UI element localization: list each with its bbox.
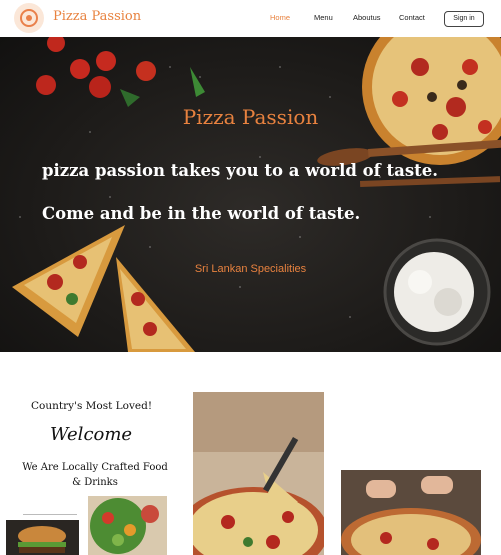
nav-contact[interactable]: Contact bbox=[399, 13, 425, 22]
crafted-text: We Are Locally Crafted Food & Drinks bbox=[22, 462, 168, 488]
divider bbox=[23, 514, 77, 515]
flour-bowl-image bbox=[383, 238, 491, 346]
navbar: Pizza Passion Home Menu Aboutus Contact … bbox=[0, 0, 501, 38]
nav-home[interactable]: Home bbox=[270, 13, 290, 22]
tomatoes-icon bbox=[36, 37, 156, 98]
hero-background-image bbox=[12, 37, 501, 352]
nav-aboutus[interactable]: Aboutus bbox=[353, 13, 381, 22]
brand-name[interactable]: Pizza Passion bbox=[53, 9, 141, 24]
signin-button[interactable]: Sign in bbox=[444, 11, 484, 27]
pizza-logo-icon[interactable] bbox=[14, 3, 44, 33]
hero-banner: Pizza Passion pizza passion takes you to… bbox=[0, 37, 501, 352]
pizza-cheese-image bbox=[193, 392, 324, 555]
burger-image bbox=[6, 520, 79, 555]
salad-image bbox=[88, 496, 167, 555]
nav-menu[interactable]: Menu bbox=[314, 13, 333, 22]
hero-subtitle: Sri Lankan Specialities bbox=[194, 263, 307, 275]
pizza-slices-image bbox=[12, 225, 195, 352]
hero-tagline-1: pizza passion takes you to a world of ta… bbox=[42, 161, 438, 180]
welcome-title: Welcome bbox=[50, 424, 133, 445]
hero-tagline-2: Come and be in the world of taste. bbox=[42, 204, 361, 223]
pizza-cutting-image bbox=[341, 470, 481, 555]
intro-section: Country's Most Loved! Welcome We Are Loc… bbox=[0, 352, 501, 555]
section-heading: Country's Most Loved! bbox=[31, 400, 153, 412]
hero-title: Pizza Passion bbox=[182, 105, 319, 129]
